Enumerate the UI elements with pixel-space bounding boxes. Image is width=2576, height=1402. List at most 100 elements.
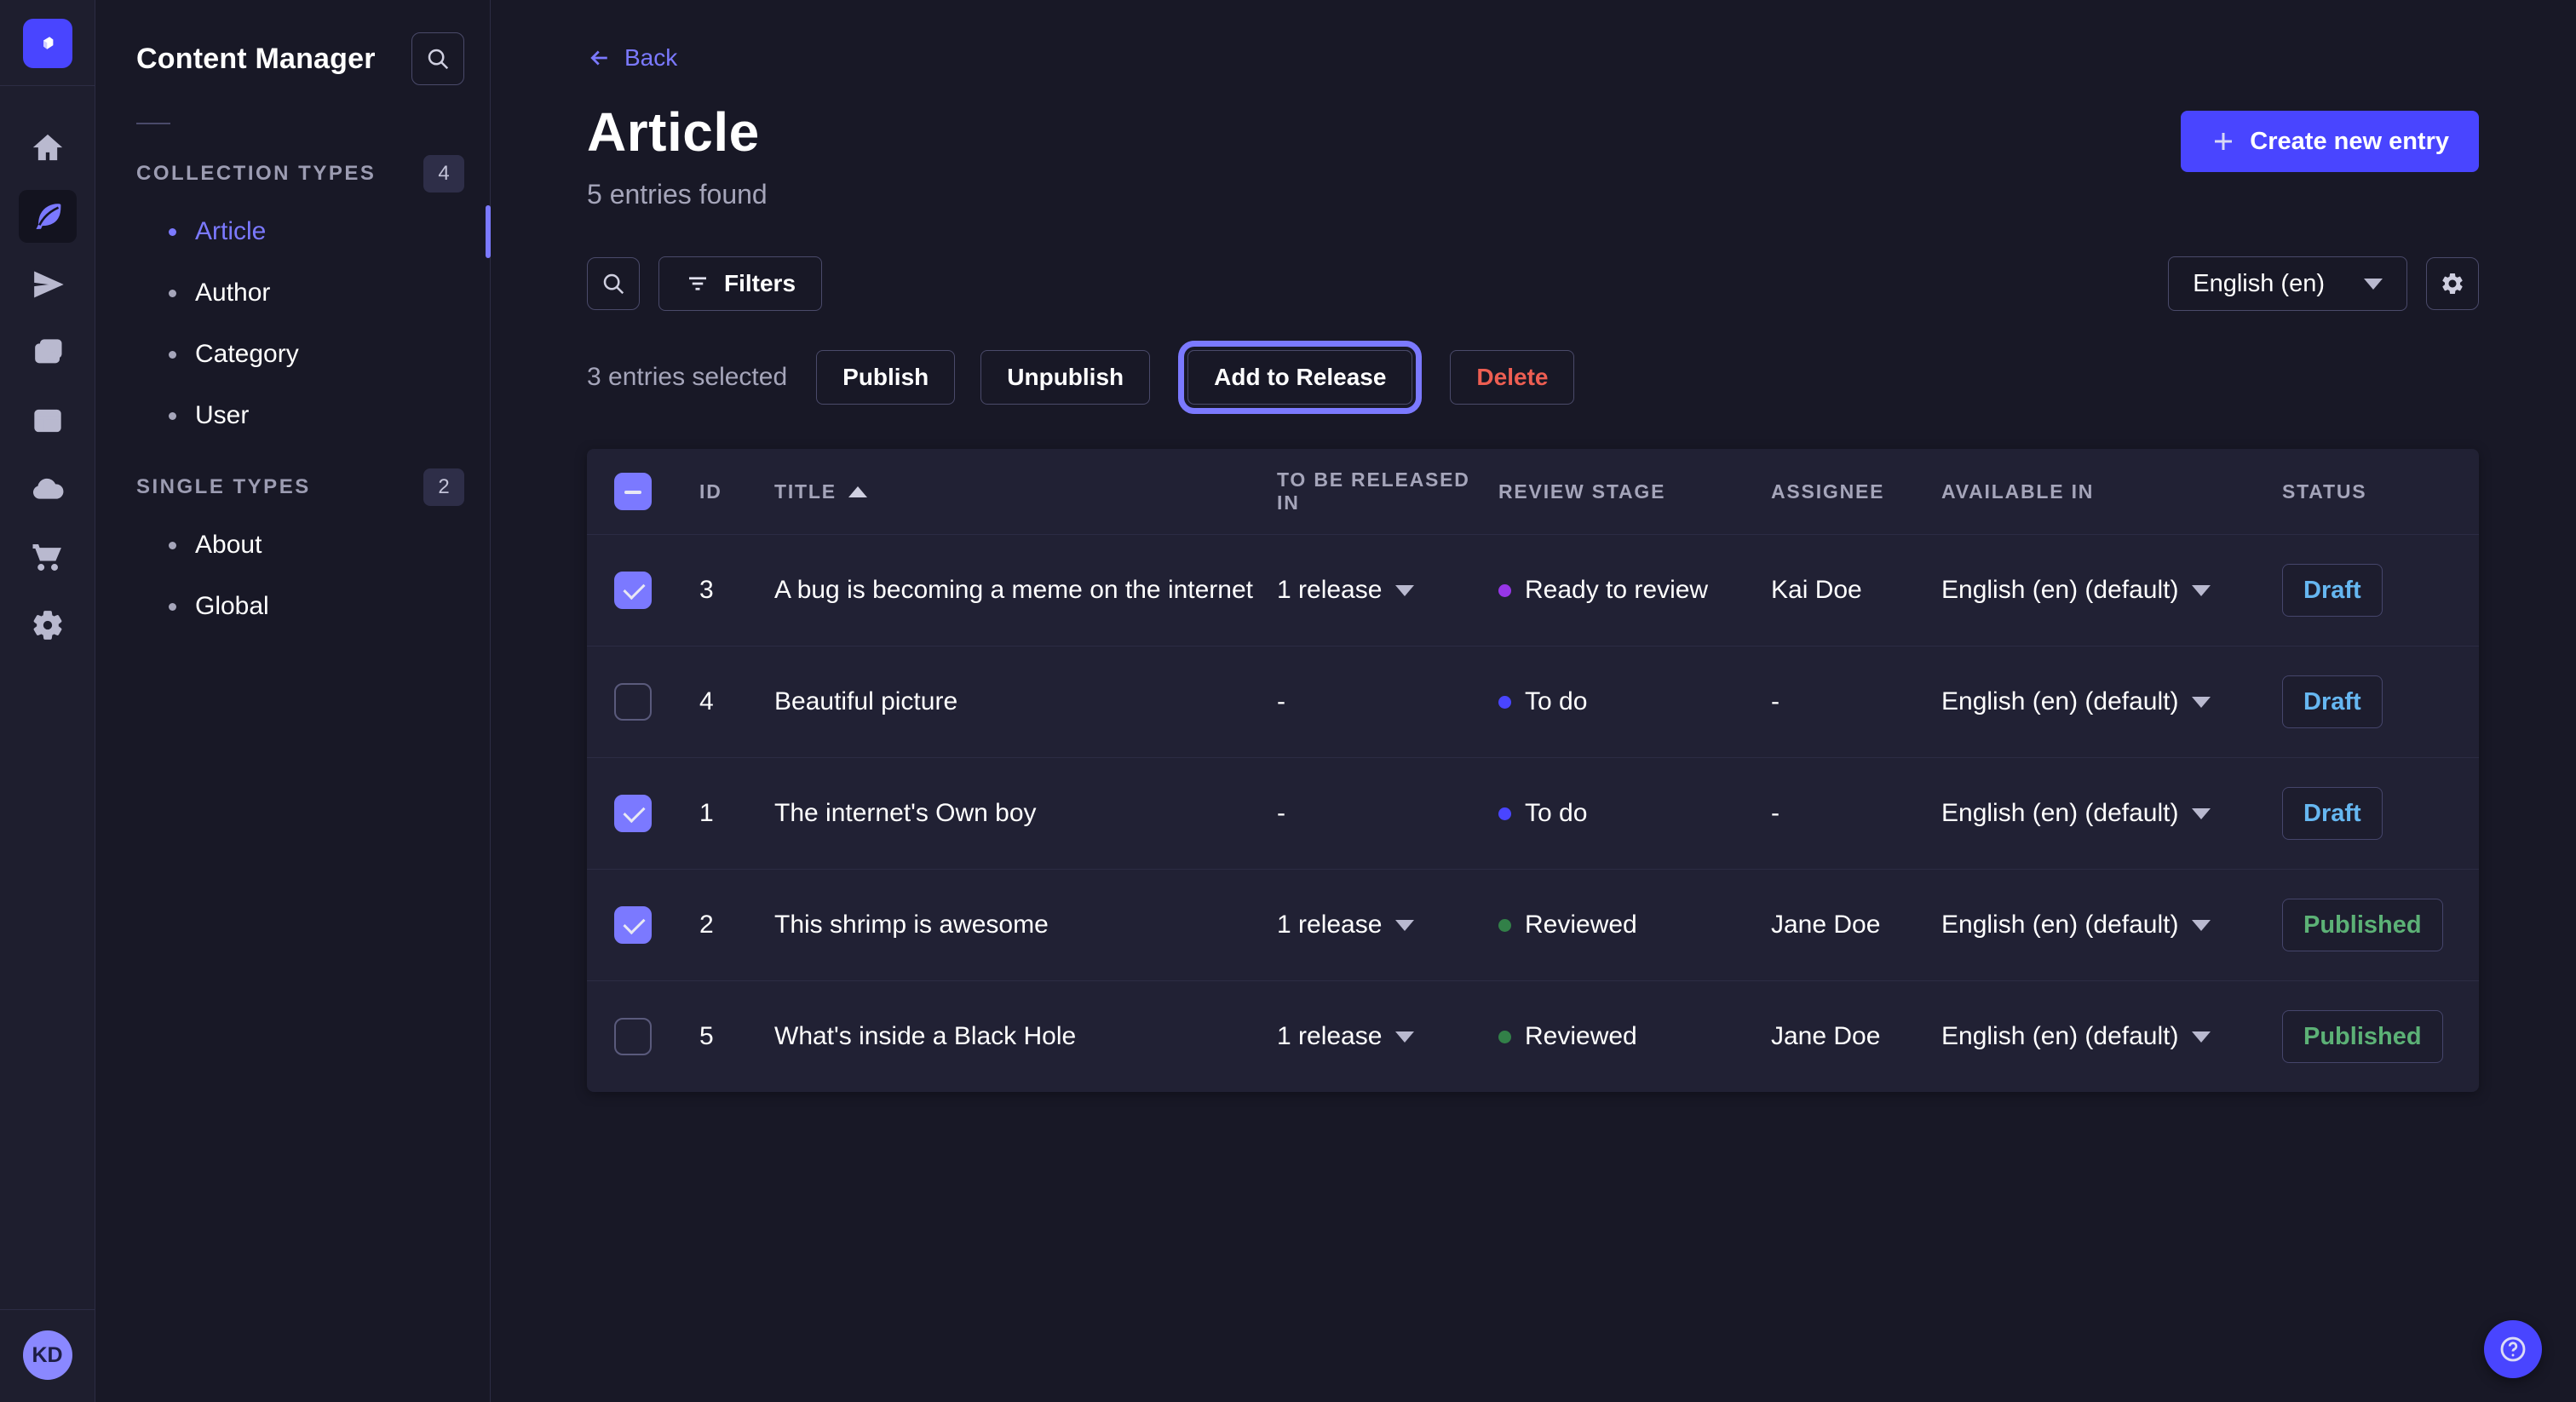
sidebar-item-category[interactable]: Category <box>95 324 490 385</box>
cell-release[interactable]: - <box>1277 687 1498 716</box>
main-content: Back Article 5 entries found Create new … <box>491 0 2576 1402</box>
table-row[interactable]: 1 The internet's Own boy - To do - Engli… <box>587 757 2479 869</box>
main-nav-rail: KD <box>0 0 95 1402</box>
row-checkbox[interactable] <box>614 906 652 944</box>
cloud-icon[interactable] <box>19 463 77 515</box>
sidebar-item-about[interactable]: About <box>95 514 490 576</box>
strapi-logo[interactable] <box>23 19 72 68</box>
sidebar-item-label: Author <box>195 279 270 307</box>
cell-id: 5 <box>699 1022 774 1051</box>
user-avatar[interactable]: KD <box>23 1330 72 1380</box>
create-new-entry-button[interactable]: Create new entry <box>2181 111 2479 172</box>
cell-release[interactable]: 1 release <box>1277 576 1498 605</box>
filter-icon <box>685 271 710 296</box>
cell-title: This shrimp is awesome <box>774 911 1277 939</box>
cell-id: 2 <box>699 911 774 939</box>
page-title: Article <box>587 101 768 164</box>
cell-available-in[interactable]: English (en) (default) <box>1941 576 2282 605</box>
cell-release[interactable]: - <box>1277 799 1498 828</box>
content-manager-icon[interactable] <box>19 190 77 243</box>
cell-available-in[interactable]: English (en) (default) <box>1941 799 2282 828</box>
media-library-icon[interactable] <box>19 326 77 379</box>
locale-select[interactable]: English (en) <box>2168 256 2407 311</box>
sidebar-item-label: Category <box>195 340 299 369</box>
bullet-icon <box>169 351 176 359</box>
entries-count: 5 entries found <box>587 179 768 210</box>
cell-release[interactable]: 1 release <box>1277 911 1498 939</box>
status-badge: Draft <box>2282 675 2383 728</box>
column-available-in[interactable]: AVAILABLE IN <box>1941 480 2282 503</box>
cell-assignee: Kai Doe <box>1771 576 1941 605</box>
chevron-down-icon <box>2192 808 2211 819</box>
cell-title: The internet's Own boy <box>774 799 1277 828</box>
content-type-builder-icon[interactable] <box>19 394 77 447</box>
search-button[interactable] <box>411 32 464 85</box>
section-label: COLLECTION TYPES <box>136 162 376 186</box>
section-count-badge: 4 <box>423 155 464 192</box>
rail-icon-list <box>19 122 77 652</box>
chevron-down-icon <box>2364 279 2383 290</box>
sidebar-item-article[interactable]: Article <box>95 201 490 262</box>
row-checkbox[interactable] <box>614 1018 652 1055</box>
marketplace-icon[interactable] <box>19 531 77 583</box>
home-icon[interactable] <box>19 122 77 175</box>
cell-id: 1 <box>699 799 774 828</box>
chevron-down-icon <box>2192 920 2211 931</box>
row-checkbox[interactable] <box>614 683 652 721</box>
add-to-release-button[interactable]: Add to Release <box>1187 350 1412 405</box>
column-to-be-released-in[interactable]: TO BE RELEASED IN <box>1277 468 1498 514</box>
sidebar-item-global[interactable]: Global <box>95 576 490 637</box>
list-search-button[interactable] <box>587 257 640 310</box>
cell-available-in[interactable]: English (en) (default) <box>1941 687 2282 716</box>
table-header-row: ID TITLE TO BE RELEASED IN REVIEW STAGE … <box>587 449 2479 534</box>
column-id[interactable]: ID <box>699 480 774 503</box>
cell-available-in[interactable]: English (en) (default) <box>1941 1022 2282 1051</box>
cell-review-stage: To do <box>1498 687 1771 716</box>
single-types-section: SINGLE TYPES 2 About Global <box>95 468 490 637</box>
content-manager-subnav: Content Manager COLLECTION TYPES 4 Artic… <box>95 0 491 1402</box>
back-label: Back <box>624 44 677 72</box>
chevron-down-icon <box>2192 1031 2211 1043</box>
sidebar-item-author[interactable]: Author <box>95 262 490 324</box>
sidebar-item-user[interactable]: User <box>95 385 490 446</box>
sidebar-item-label: User <box>195 401 249 430</box>
cell-id: 3 <box>699 576 774 605</box>
sort-asc-icon <box>848 486 867 497</box>
table-row[interactable]: 3 A bug is becoming a meme on the intern… <box>587 534 2479 646</box>
stage-dot <box>1498 696 1511 709</box>
help-button[interactable] <box>2484 1320 2542 1378</box>
back-link[interactable]: Back <box>587 44 677 72</box>
cell-id: 4 <box>699 687 774 716</box>
send-icon[interactable] <box>19 258 77 311</box>
delete-button[interactable]: Delete <box>1450 350 1574 405</box>
table-row[interactable]: 4 Beautiful picture - To do - English (e… <box>587 646 2479 757</box>
section-count-badge: 2 <box>423 468 464 506</box>
cell-available-in[interactable]: English (en) (default) <box>1941 911 2282 939</box>
column-review-stage[interactable]: REVIEW STAGE <box>1498 480 1771 503</box>
column-status[interactable]: STATUS <box>2282 480 2452 503</box>
status-badge: Published <box>2282 899 2443 951</box>
logo-container <box>0 0 95 86</box>
column-title[interactable]: TITLE <box>774 480 1277 503</box>
table-row[interactable]: 5 What's inside a Black Hole 1 release R… <box>587 980 2479 1092</box>
cell-assignee: - <box>1771 687 1941 716</box>
chevron-down-icon <box>1395 920 1414 931</box>
unpublish-button[interactable]: Unpublish <box>980 350 1150 405</box>
publish-button[interactable]: Publish <box>816 350 955 405</box>
row-checkbox[interactable] <box>614 795 652 832</box>
row-checkbox[interactable] <box>614 572 652 609</box>
view-settings-button[interactable] <box>2426 257 2479 310</box>
chevron-down-icon <box>1395 585 1414 596</box>
cell-release[interactable]: 1 release <box>1277 1022 1498 1051</box>
stage-dot <box>1498 919 1511 932</box>
bullet-icon <box>169 603 176 611</box>
settings-icon[interactable] <box>19 599 77 652</box>
column-assignee[interactable]: ASSIGNEE <box>1771 480 1941 503</box>
table-row[interactable]: 2 This shrimp is awesome 1 release Revie… <box>587 869 2479 980</box>
select-all-checkbox[interactable] <box>614 473 652 510</box>
status-badge: Draft <box>2282 564 2383 617</box>
sidebar-item-label: Global <box>195 592 269 621</box>
sidebar-item-label: About <box>195 531 262 560</box>
filters-button[interactable]: Filters <box>658 256 822 311</box>
cell-title: What's inside a Black Hole <box>774 1022 1277 1051</box>
